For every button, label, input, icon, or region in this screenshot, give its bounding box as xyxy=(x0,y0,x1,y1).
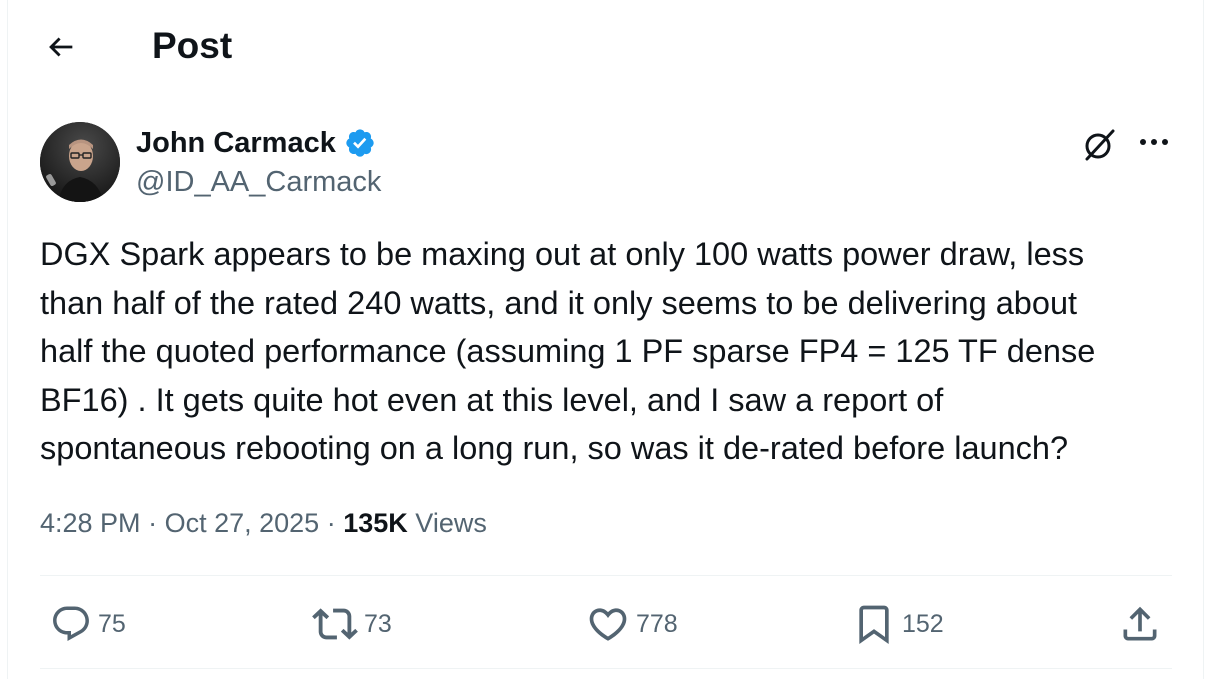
reply-count: 75 xyxy=(98,609,126,638)
repost-button[interactable]: 73 xyxy=(312,598,392,650)
bookmark-button[interactable]: 152 xyxy=(852,598,944,650)
action-bar: 75 73 778 152 xyxy=(40,598,1172,650)
bookmark-count: 152 xyxy=(902,609,944,638)
like-button[interactable]: 778 xyxy=(586,598,678,650)
reply-icon xyxy=(53,606,89,641)
tweet-meta: 4:28 PM · Oct 27, 2025 · 135K Views xyxy=(40,505,487,541)
author-handle[interactable]: @ID_AA_Carmack xyxy=(136,165,381,199)
meta-separator: · xyxy=(148,508,158,538)
avatar[interactable] xyxy=(40,122,120,202)
more-options-button[interactable] xyxy=(1132,122,1176,162)
display-name-text: John Carmack xyxy=(136,127,336,159)
back-button[interactable] xyxy=(40,26,82,68)
tweet-time[interactable]: 4:28 PM xyxy=(40,508,141,538)
reply-button[interactable]: 75 xyxy=(50,598,126,650)
grok-icon xyxy=(1085,129,1115,161)
more-dots-icon xyxy=(1140,139,1168,145)
divider-top xyxy=(40,575,1172,576)
divider-bottom xyxy=(40,668,1172,669)
bookmark-icon xyxy=(859,605,889,645)
tweet-date[interactable]: Oct 27, 2025 xyxy=(165,508,320,538)
grok-button[interactable] xyxy=(1079,125,1119,165)
page-title: Post xyxy=(152,25,233,66)
heart-icon xyxy=(589,608,627,641)
author-display-name[interactable]: John Carmack xyxy=(136,126,376,160)
tweet-text: DGX Spark appears to be maxing out at on… xyxy=(40,236,1096,466)
views-label: Views xyxy=(415,508,487,538)
repost-count: 73 xyxy=(364,609,392,638)
repost-icon xyxy=(312,608,358,640)
like-count: 778 xyxy=(636,609,678,638)
meta-separator: · xyxy=(326,508,336,538)
views-count: 135K xyxy=(343,508,408,538)
verified-badge-icon xyxy=(346,129,374,157)
back-arrow-icon xyxy=(49,37,73,57)
share-icon xyxy=(1123,606,1157,641)
share-button[interactable] xyxy=(1118,598,1162,650)
avatar-photo xyxy=(40,122,120,202)
